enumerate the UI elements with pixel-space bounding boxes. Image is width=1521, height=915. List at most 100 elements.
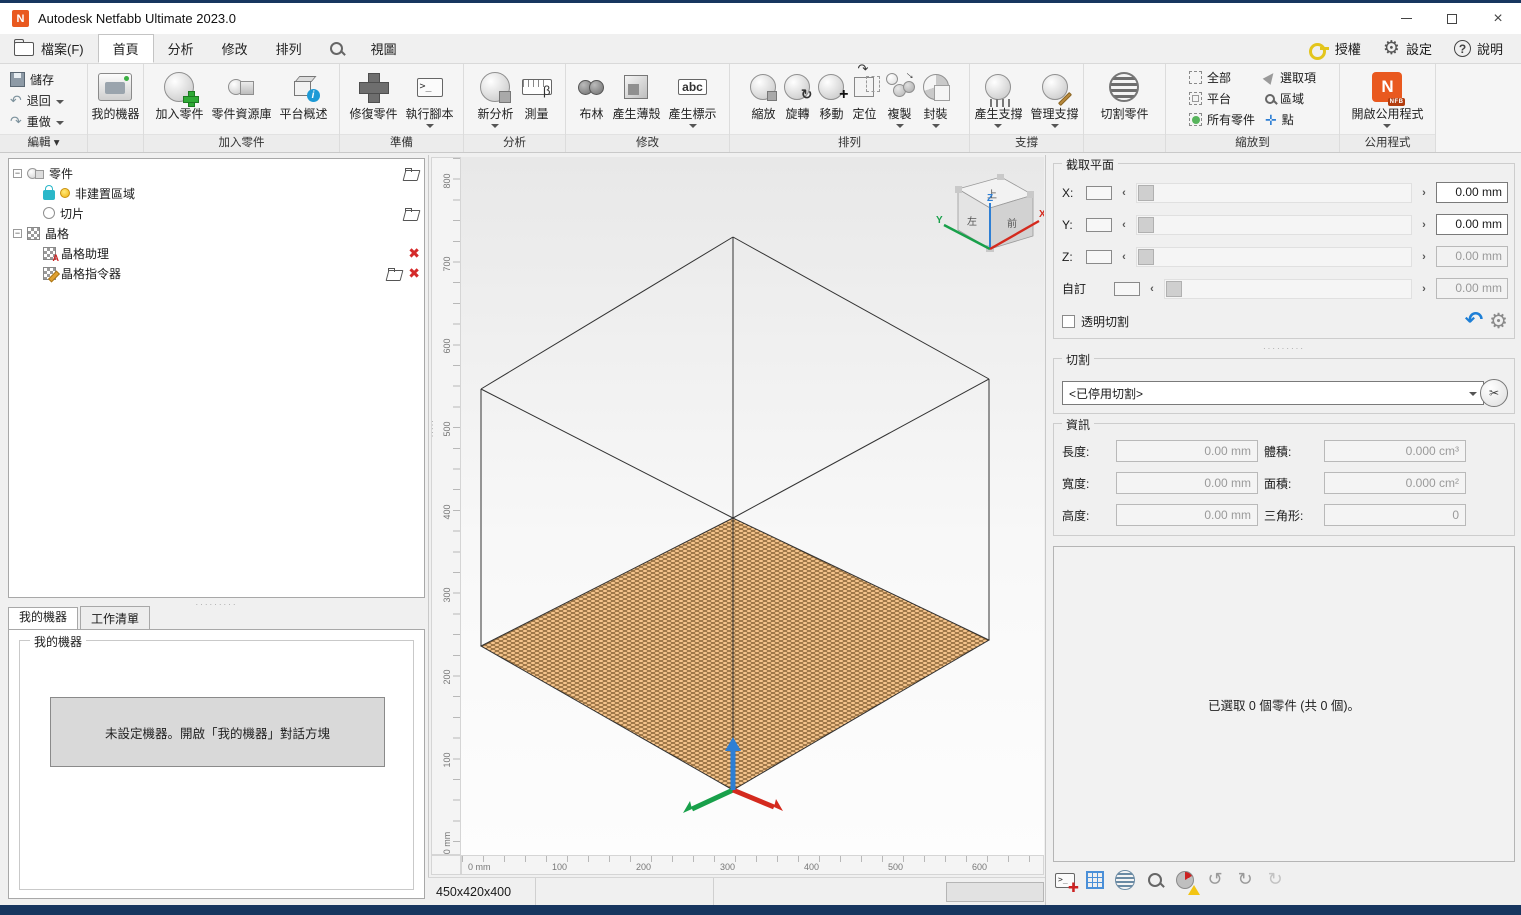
rotate-left-icon[interactable]: ↺ [1203,868,1227,892]
clip-y-checkbox[interactable] [1086,218,1112,232]
redo-button[interactable]: ↷重做 [4,111,70,132]
clip-custom-right-arrow[interactable]: › [1418,283,1430,295]
tab-view[interactable]: 視圖 [357,34,411,63]
license-button[interactable]: 授權 [1301,34,1369,64]
lock-icon[interactable] [43,190,55,200]
redo-dropdown-caret[interactable] [56,121,64,125]
cut-scissors-button[interactable]: ✂ [1480,379,1508,407]
open-folder-icon[interactable] [404,208,420,219]
clip-z-left-arrow[interactable]: ‹ [1118,251,1130,263]
cut-part-button[interactable]: 切割零件 [1097,67,1151,124]
my-machine-button[interactable]: 我的機器 [88,67,142,124]
group-label-edit[interactable]: 編輯 ▾ [0,134,87,152]
clip-x-right-arrow[interactable]: › [1418,187,1430,199]
create-support-button[interactable]: 產生支撐 [971,67,1025,130]
clip-y-left-arrow[interactable]: ‹ [1118,219,1130,231]
magnifier-icon[interactable] [1143,868,1167,892]
measure-button[interactable]: 測量 [519,67,555,124]
clip-x-slider-thumb[interactable] [1138,185,1154,201]
repair-part-button[interactable]: 修復零件 [346,67,400,124]
tab-modify[interactable]: 修改 [208,34,262,63]
delete-icon[interactable]: ✖ [408,266,420,280]
tab-home[interactable]: 首頁 [98,34,154,63]
open-utility-caret[interactable] [1383,124,1391,128]
create-shell-button[interactable]: 產生薄殼 [609,67,663,124]
close-button[interactable]: × [1475,3,1521,34]
open-utility-button[interactable]: N 開啟公用程式 [1348,67,1426,130]
clip-z-value[interactable]: 0.00 mm [1436,246,1508,267]
zoom-all-parts-button[interactable]: 所有零件 [1189,109,1255,130]
tab-work-list[interactable]: 工作清單 [80,606,150,630]
manage-support-caret[interactable] [1051,124,1059,128]
zoom-region-button[interactable]: 區域 [1265,88,1316,109]
duplicate-caret[interactable] [896,124,904,128]
clip-z-right-arrow[interactable]: › [1418,251,1430,263]
create-label-caret[interactable] [689,124,697,128]
delete-icon[interactable]: ✖ [408,246,420,260]
open-folder-icon[interactable] [387,268,403,279]
bulb-icon[interactable] [60,188,70,198]
clip-custom-slider[interactable] [1164,279,1412,299]
clip-y-right-arrow[interactable]: › [1418,219,1430,231]
machine-not-set-button[interactable]: 未設定機器。開啟「我的機器」對話方塊 [50,697,385,767]
collapse-icon[interactable]: − [13,229,22,238]
slice-view-icon[interactable] [1113,868,1137,892]
tree-item-slice[interactable]: 切片 [29,203,420,223]
tab-my-machine[interactable]: 我的機器 [8,607,78,630]
tab-file[interactable]: 檔案(F) [0,34,98,63]
boolean-button[interactable]: 布林 [575,67,607,124]
clipping-settings-icon[interactable]: ⚙ [1489,311,1508,332]
zoom-point-button[interactable]: ✛點 [1265,109,1316,130]
clip-x-value[interactable]: 0.00 mm [1436,182,1508,203]
view-cube[interactable]: 上 左 前 Z Y X [936,174,1044,252]
viewport-3d-scene[interactable]: 上 左 前 Z Y X [461,157,1044,855]
tree-item-parts[interactable]: − 零件 [13,163,420,183]
clip-y-slider-thumb[interactable] [1138,217,1154,233]
clip-custom-checkbox[interactable] [1114,282,1140,296]
tree-item-no-build-zone[interactable]: 非建置區域 [29,183,420,203]
rotate-right-icon[interactable]: ↻ [1233,868,1257,892]
duplicate-button[interactable]: 複製 [882,67,918,130]
pack-caret[interactable] [932,124,940,128]
tab-analysis[interactable]: 分析 [154,34,208,63]
run-script-button[interactable]: >_ 執行腳本 [403,67,457,130]
transparent-cut-checkbox[interactable] [1062,315,1075,328]
clip-x-left-arrow[interactable]: ‹ [1118,187,1130,199]
tree-item-lattice-commander[interactable]: 晶格指令器 ✖ [29,263,420,283]
scale-button[interactable]: 縮放 [747,67,779,124]
clip-z-slider-thumb[interactable] [1138,249,1154,265]
create-support-caret[interactable] [994,124,1002,128]
vertical-splitter[interactable]: ····· [429,420,435,480]
minimize-button[interactable] [1383,3,1429,34]
platform-overview-button[interactable]: i 平台概述 [277,67,331,124]
lattice-view-icon[interactable] [1083,868,1107,892]
settings-button[interactable]: ⚙設定 [1375,34,1440,64]
rotate-button[interactable]: ↻ 旋轉 [781,67,813,124]
clip-y-slider[interactable] [1136,215,1412,235]
reset-clipping-icon[interactable]: ↶ [1465,310,1483,332]
pack-button[interactable]: 封裝 [920,67,952,130]
clip-z-slider[interactable] [1136,247,1412,267]
clip-y-value[interactable]: 0.00 mm [1436,214,1508,235]
undo-dropdown-caret[interactable] [56,100,64,104]
clip-custom-slider-thumb[interactable] [1166,281,1182,297]
open-folder-icon[interactable] [404,168,420,179]
new-analysis-button[interactable]: 新分析 [474,67,516,130]
create-label-button[interactable]: abc 產生標示 [666,67,720,130]
clip-z-checkbox[interactable] [1086,250,1112,264]
zoom-platform-button[interactable]: 平台 [1189,88,1255,109]
ruler-corner-cell[interactable] [431,855,461,875]
undo-button[interactable]: ↶退回 [4,90,70,111]
run-script-caret[interactable] [426,124,434,128]
tab-arrange[interactable]: 排列 [262,34,316,63]
part-library-button[interactable]: 零件資源庫 [208,67,274,124]
collapse-icon[interactable]: − [13,169,22,178]
zoom-selection-button[interactable]: 選取項 [1265,67,1316,88]
new-script-icon[interactable]: >_✚ [1053,868,1077,892]
search-button[interactable] [316,34,357,63]
new-analysis-caret[interactable] [491,124,499,128]
tree-item-lattice[interactable]: − 晶格 [13,223,420,243]
save-button[interactable]: 儲存 [4,69,60,90]
maximize-button[interactable] [1429,3,1475,34]
manage-support-button[interactable]: 管理支撐 [1028,67,1082,130]
